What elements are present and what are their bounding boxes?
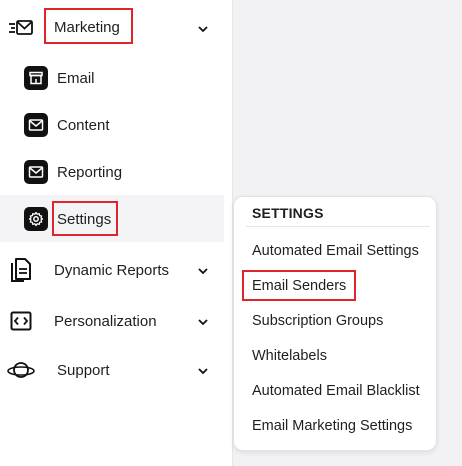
sidebar-item-support[interactable]: Support bbox=[0, 354, 224, 386]
menu-item-automated-email-settings[interactable]: Automated Email Settings bbox=[252, 243, 419, 259]
sidebar-subitem-label: Content bbox=[57, 117, 110, 134]
highlight-marketing bbox=[44, 8, 133, 44]
document-icon bbox=[10, 257, 32, 283]
sidebar-item-dynamic-reports[interactable]: Dynamic Reports bbox=[0, 254, 224, 286]
mail-icon bbox=[24, 160, 48, 184]
planet-icon bbox=[6, 359, 36, 381]
menu-item-whitelabels[interactable]: Whitelabels bbox=[252, 348, 327, 364]
highlight-settings bbox=[52, 201, 118, 236]
settings-flyout-menu: SETTINGS Automated Email Settings Email … bbox=[233, 196, 437, 451]
chevron-down-icon[interactable] bbox=[197, 364, 209, 376]
chevron-down-icon[interactable] bbox=[197, 264, 209, 276]
sidebar-subitem-email[interactable]: Email bbox=[0, 62, 224, 94]
sidebar-item-personalization[interactable]: Personalization bbox=[0, 305, 224, 337]
chevron-down-icon[interactable] bbox=[197, 315, 209, 327]
chevron-down-icon[interactable] bbox=[197, 22, 209, 34]
mail-icon bbox=[24, 113, 48, 137]
sidebar-item-label: Support bbox=[57, 362, 110, 379]
menu-item-automated-email-blacklist[interactable]: Automated Email Blacklist bbox=[252, 383, 420, 399]
menu-item-email-marketing-settings[interactable]: Email Marketing Settings bbox=[252, 418, 412, 434]
sidebar-subitem-reporting[interactable]: Reporting bbox=[0, 156, 224, 188]
megaphone-mail-icon bbox=[8, 18, 34, 38]
gear-icon bbox=[24, 207, 48, 231]
menu-header: SETTINGS bbox=[252, 205, 324, 221]
sidebar-subitem-content[interactable]: Content bbox=[0, 109, 224, 141]
sidebar-subitem-label: Reporting bbox=[57, 164, 123, 181]
highlight-email-senders bbox=[242, 270, 356, 301]
menu-divider bbox=[246, 226, 430, 227]
sidebar-item-label: Dynamic Reports bbox=[54, 262, 170, 279]
sidebar-nav: Marketing Email Content Reporting Settin… bbox=[0, 0, 232, 466]
code-icon bbox=[10, 310, 32, 332]
sidebar-subitem-label: Email bbox=[57, 70, 95, 87]
sidebar-item-label: Personalization bbox=[54, 313, 157, 330]
storefront-icon bbox=[24, 66, 48, 90]
menu-item-subscription-groups[interactable]: Subscription Groups bbox=[252, 313, 383, 329]
